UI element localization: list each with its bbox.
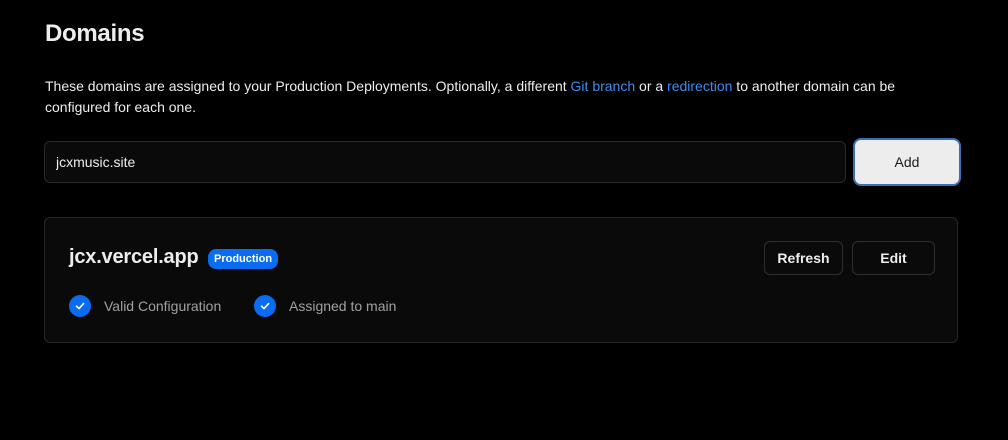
description-text-pre: These domains are assigned to your Produ… [45,78,571,94]
section-description: These domains are assigned to your Produ… [45,76,945,118]
domains-page: Domains These domains are assigned to yo… [0,0,1008,440]
production-badge: Production [208,249,279,269]
status-label: Assigned to main [289,298,397,314]
edit-button[interactable]: Edit [852,241,935,275]
status-label: Valid Configuration [104,298,222,314]
status-valid-configuration: Valid Configuration [69,295,221,317]
redirection-link[interactable]: redirection [667,78,732,94]
domain-input[interactable] [44,141,846,183]
page-title: Domains [45,20,145,47]
domain-card: jcx.vercel.app Production Refresh Edit V… [44,217,958,343]
status-assigned-branch: Assigned to main [254,295,396,317]
check-icon [69,295,91,317]
add-domain-button[interactable]: Add [855,140,959,184]
check-icon [254,295,276,317]
domain-name-link[interactable]: jcx.vercel.app [69,246,199,269]
git-branch-link[interactable]: Git branch [571,78,636,94]
description-text-mid: or a [635,78,668,94]
refresh-button[interactable]: Refresh [764,241,843,275]
